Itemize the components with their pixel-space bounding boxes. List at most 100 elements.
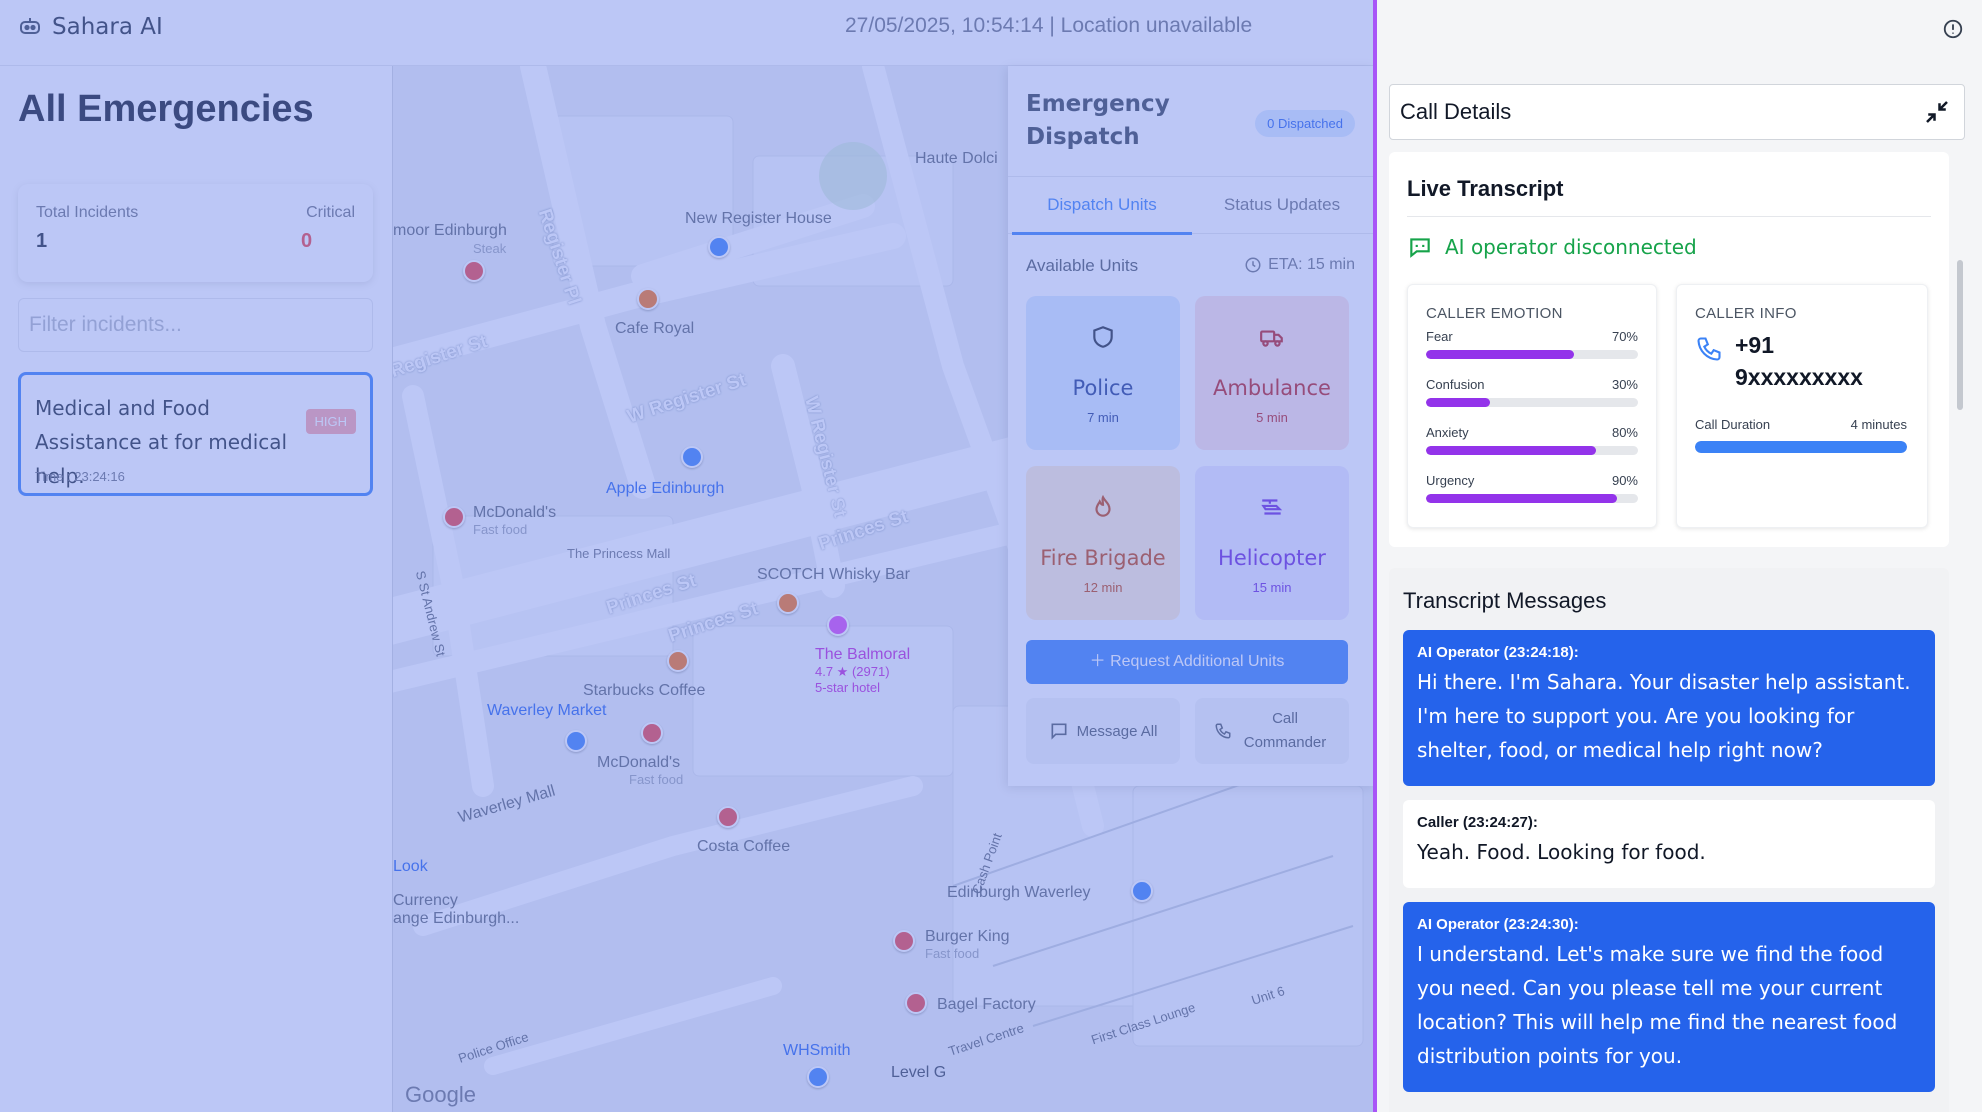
map-label-cafe-royal: Cafe Royal	[615, 320, 695, 337]
map-pin-starbucks[interactable]	[667, 650, 689, 672]
map-pin-whsmith[interactable]	[807, 1066, 829, 1088]
bot-chat-icon	[1410, 238, 1430, 258]
transcript-messages-card: Transcript Messages AI Operator (23:24:1…	[1389, 568, 1949, 1112]
datetime-location-status: 27/05/2025, 10:54:14 | Location unavaila…	[845, 14, 1253, 37]
emotion-fear: Fear 70%	[1426, 329, 1638, 359]
emotion-bar	[1426, 350, 1575, 359]
clock-icon	[1245, 257, 1261, 273]
map-pin-apple[interactable]	[681, 446, 703, 468]
eta-text: ETA: 15 min	[1268, 256, 1355, 273]
filter-incidents-input[interactable]	[18, 298, 373, 352]
unit-card-helicopter[interactable]: Helicopter 15 min	[1195, 466, 1349, 620]
map-pin-steak[interactable]	[463, 260, 485, 282]
map-label-apple-edinburgh: Apple Edinburgh	[606, 480, 725, 497]
eta-indicator: ETA: 15 min	[1244, 256, 1355, 274]
map-pin-mcdonalds-1[interactable]	[443, 506, 465, 528]
map-label-haute-dolci: Haute Dolci	[915, 150, 998, 167]
request-additional-units-button[interactable]: ＋ Request Additional Units	[1026, 640, 1348, 684]
message-sender: AI Operator (23:24:18):	[1417, 644, 1579, 661]
unit-eta: 12 min	[1083, 580, 1123, 595]
map-label-edinburgh-waverley: Edinburgh Waverley	[947, 884, 1091, 901]
caller-emotion-card: CALLER EMOTION Fear 70% Confusion 30% Anxi…	[1407, 284, 1657, 528]
map-label-bagel-factory: Bagel Factory	[937, 996, 1036, 1013]
emotion-urgency: Urgency 90%	[1426, 473, 1638, 503]
call-duration-label: Call Duration	[1695, 417, 1771, 432]
phone-icon	[1697, 337, 1721, 361]
plus-icon: ＋	[1089, 653, 1106, 670]
message-text: Yeah. Food. Looking for food.	[1417, 840, 1706, 864]
map-label-fast-food-1: Fast food	[473, 522, 528, 537]
critical-value: 0	[301, 230, 313, 252]
incident-card[interactable]: Medical and Food Assistance at for medic…	[18, 372, 373, 496]
map-pin-scotch[interactable]	[777, 592, 799, 614]
emotion-label: Anxiety	[1426, 425, 1469, 440]
ai-status-text: AI operator disconnected	[1445, 235, 1697, 259]
robot-logo-icon	[20, 18, 40, 34]
scrollbar[interactable]	[1957, 260, 1963, 410]
call-commander-label: Call Commander	[1243, 710, 1327, 751]
map-pin-new-register-house[interactable]	[708, 236, 730, 258]
map-pin-edinburgh-waverley[interactable]	[1131, 880, 1153, 902]
transcript-messages-title: Transcript Messages	[1403, 588, 1607, 613]
dispatch-title: Emergency Dispatch	[1026, 91, 1170, 150]
message-sender: AI Operator (23:24:30):	[1417, 916, 1579, 933]
emotion-percent: 90%	[1611, 473, 1638, 488]
caller-info-card: CALLER INFO +91 9xxxxxxxxx Call Duration…	[1676, 284, 1928, 528]
emotion-bar	[1426, 398, 1490, 407]
map-label-the-balmoral: The Balmoral	[815, 646, 911, 663]
call-details-topbar	[1377, 0, 1982, 66]
app-root: Sahara AI 27/05/2025, 10:54:14 | Locatio…	[0, 0, 1982, 1112]
message-all-label: Message All	[1076, 722, 1158, 740]
map-label-starbucks: Starbucks Coffee	[583, 682, 706, 699]
map-pin-mcdonalds-2[interactable]	[641, 722, 663, 744]
message-caller: Caller (23:24:27): Yeah. Food. Looking f…	[1403, 800, 1935, 888]
helicopter-icon	[1195, 494, 1349, 524]
message-ai-operator: AI Operator (23:24:18): Hi there. I'm Sa…	[1403, 630, 1935, 786]
map-label-look: Look	[393, 858, 428, 875]
map-pin-bagel-factory[interactable]	[905, 992, 927, 1014]
brand[interactable]: Sahara AI	[18, 14, 163, 40]
call-details-panel: Call Details Live Transcript AI operator…	[1373, 0, 1982, 1112]
collapse-icon[interactable]	[1922, 97, 1952, 127]
flame-icon	[1026, 494, 1180, 524]
map-pin-balmoral[interactable]	[827, 614, 849, 636]
total-incidents-value: 1	[36, 230, 48, 252]
map-label-level-g: Level G	[891, 1064, 947, 1081]
request-additional-units-label: Request Additional Units	[1110, 653, 1285, 670]
map-pin-burger-king[interactable]	[893, 930, 915, 952]
map-label-fast-food-2: Fast food	[629, 772, 684, 787]
emotion-label: Confusion	[1426, 377, 1485, 392]
live-transcript-title: Live Transcript	[1407, 176, 1564, 201]
map-label-scotch-whisky-bar: SCOTCH Whisky Bar	[757, 566, 910, 583]
emotion-confusion: Confusion 30%	[1426, 377, 1638, 407]
message-ai-operator: AI Operator (23:24:30): I understand. Le…	[1403, 902, 1935, 1092]
divider	[1407, 216, 1931, 217]
emotion-percent: 70%	[1611, 329, 1638, 344]
unit-card-ambulance[interactable]: Ambulance 5 min	[1195, 296, 1349, 450]
brand-name: Sahara AI	[52, 14, 163, 40]
map-label-steak: Steak	[473, 241, 507, 256]
info-icon[interactable]	[1942, 18, 1964, 40]
message-icon	[1051, 723, 1067, 740]
map-label-whsmith: WHSmith	[783, 1042, 851, 1059]
emotion-label: Fear	[1426, 329, 1453, 344]
incident-time: Time : 23:24:16	[35, 469, 125, 484]
unit-eta: 5 min	[1256, 410, 1288, 425]
map-pin-costa[interactable]	[717, 806, 739, 828]
call-commander-button[interactable]: Call Commander	[1195, 698, 1349, 764]
map-pin-waverley-market[interactable]	[565, 730, 587, 752]
map-label-balmoral-type: 5-star hotel	[815, 680, 881, 695]
tab-status-updates[interactable]: Status Updates	[1192, 177, 1372, 235]
call-duration-value: 4 minutes	[1850, 417, 1907, 432]
message-all-button[interactable]: Message All	[1026, 698, 1180, 764]
available-units-label: Available Units	[1026, 256, 1139, 275]
map-pin-cafe-royal[interactable]	[637, 288, 659, 310]
tab-dispatch-units[interactable]: Dispatch Units	[1012, 177, 1192, 235]
call-details-scroll-area[interactable]: Live Transcript AI operator disconnected…	[1389, 152, 1965, 1112]
map-label-moor-edinburgh: moor Edinburgh	[393, 222, 507, 239]
unit-card-police[interactable]: Police 7 min	[1026, 296, 1180, 450]
map-label-new-register-house: New Register House	[685, 210, 832, 227]
incident-stats-card: Total Incidents 1 Critical 0	[18, 184, 373, 282]
google-logo: Google	[405, 1082, 476, 1107]
unit-card-fire-brigade[interactable]: Fire Brigade 12 min	[1026, 466, 1180, 620]
